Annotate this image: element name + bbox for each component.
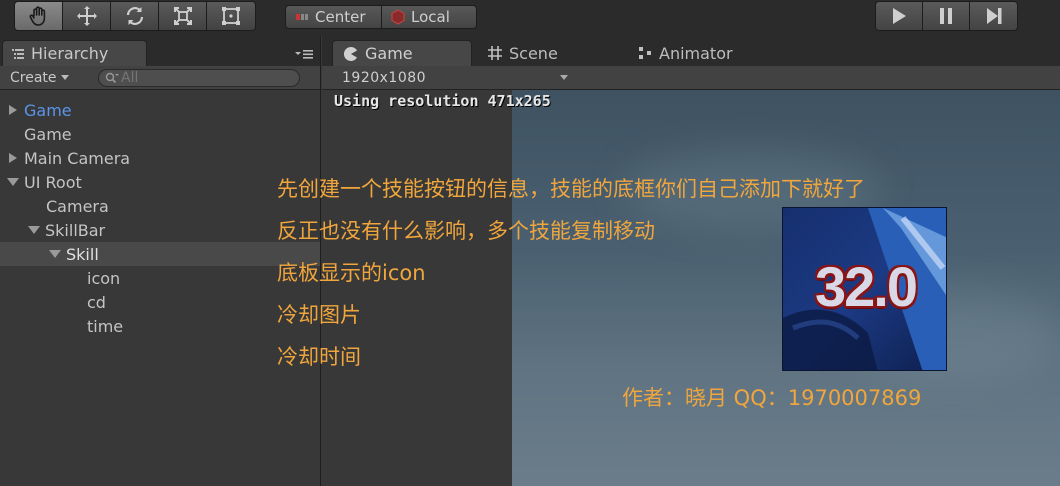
animator-icon <box>639 47 651 59</box>
chevron-down-icon <box>560 75 568 80</box>
cooldown-time-text: 32.0 <box>815 255 918 318</box>
hand-tool-button[interactable] <box>15 2 63 30</box>
tree-item-label: Skill <box>66 244 99 264</box>
rotate-tool-button[interactable] <box>111 2 159 30</box>
tab-scene-label: Scene <box>509 43 558 63</box>
create-label: Create <box>10 70 57 86</box>
skill-button-preview[interactable]: 32.0 <box>782 207 947 371</box>
pivot-center-label: Center <box>315 8 366 26</box>
tab-scene[interactable]: Scene <box>477 40 558 66</box>
tree-item-time[interactable]: time <box>0 314 320 338</box>
annotation-line: 冷却时间 <box>277 345 361 369</box>
tree-item-label: UI Root <box>24 172 82 192</box>
view-tabbar: Game Scene Animator <box>322 36 1060 66</box>
search-icon <box>105 72 119 84</box>
annotation-line: 冷却图片 <box>277 303 361 327</box>
main-toolbar: Center Local <box>0 0 1060 36</box>
step-button[interactable] <box>970 2 1017 30</box>
game-canvas[interactable]: Using resolution 471x265 32.0 <box>322 90 1060 486</box>
collapse-arrow-icon[interactable] <box>6 175 20 189</box>
collapse-arrow-icon[interactable] <box>27 223 41 237</box>
pivot-center-button[interactable]: Center <box>286 6 382 28</box>
resolution-value: 1920x1080 <box>342 70 427 86</box>
pause-button[interactable] <box>923 2 970 30</box>
play-icon <box>893 8 906 24</box>
tree-item-label: Main Camera <box>24 148 131 168</box>
hierarchy-search <box>98 69 300 87</box>
tab-animator[interactable]: Animator <box>627 40 733 66</box>
game-pacman-icon <box>343 46 357 61</box>
scene-grid-icon <box>488 46 502 60</box>
tab-hierarchy-label: Hierarchy <box>31 44 109 63</box>
hand-icon <box>29 6 45 26</box>
rotate-icon <box>126 7 143 25</box>
collapse-arrow-icon[interactable] <box>48 247 62 261</box>
tree-item-camera[interactable]: Camera <box>0 194 320 218</box>
tree-item-label: icon <box>87 268 121 288</box>
tree-item-label: SkillBar <box>45 220 106 240</box>
tree-item-skill[interactable]: Skill <box>0 242 320 266</box>
local-space-icon <box>391 9 405 25</box>
resolution-dropdown[interactable]: 1920x1080 <box>332 68 574 88</box>
tab-game[interactable]: Game <box>332 40 472 66</box>
tree-item-main-camera[interactable]: Main Camera <box>0 146 320 170</box>
expand-arrow-icon[interactable] <box>6 151 20 165</box>
tree-item-game[interactable]: Game <box>0 122 320 146</box>
tree-item-icon[interactable]: icon <box>0 266 320 290</box>
tree-item-label: Camera <box>46 196 109 216</box>
search-input[interactable] <box>121 70 291 86</box>
pivot-controls: Center Local <box>285 5 477 29</box>
tree-item-label: Game <box>24 124 72 144</box>
pivot-local-label: Local <box>411 8 450 26</box>
transform-tools <box>14 1 256 31</box>
author-credit: 作者：晓月 QQ：1970007869 <box>622 386 922 410</box>
tree-item-label: Game <box>24 100 72 120</box>
hierarchy-panel: Hierarchy Create Game Game Main Camera <box>0 36 321 486</box>
step-icon <box>986 8 1001 24</box>
tab-game-label: Game <box>365 44 413 63</box>
expand-arrow-icon[interactable] <box>6 103 20 117</box>
hierarchy-toolbar: Create <box>0 66 320 90</box>
tree-item-cd[interactable]: cd <box>0 290 320 314</box>
annotation-line: 先创建一个技能按钮的信息，技能的底框你们自己添加下就好了 <box>277 177 865 201</box>
annotation-line: 底板显示的icon <box>277 261 426 285</box>
hierarchy-tree: Game Game Main Camera UI Root Camera Ski… <box>0 98 320 338</box>
rect-tool-icon <box>222 7 240 25</box>
hierarchy-tabbar: Hierarchy <box>0 36 320 66</box>
game-view-toolbar: 1920x1080 <box>322 66 1060 90</box>
tree-item-skillbar[interactable]: SkillBar <box>0 218 320 242</box>
move-icon <box>76 6 97 26</box>
game-view-panel: Game Scene Animator 1920x1080 Using reso… <box>322 36 1060 486</box>
tree-item-ui-root[interactable]: UI Root <box>0 170 320 194</box>
pivot-center-icon <box>296 14 308 20</box>
chevron-down-icon <box>60 75 69 80</box>
move-tool-button[interactable] <box>63 2 111 30</box>
tree-item-game-expandable[interactable]: Game <box>0 98 320 122</box>
rect-tool-button[interactable] <box>207 2 255 30</box>
tree-item-label: cd <box>87 292 106 312</box>
letterbox-left <box>322 90 512 486</box>
scale-tool-button[interactable] <box>159 2 207 30</box>
tree-item-label: time <box>87 316 124 336</box>
play-button[interactable] <box>876 2 923 30</box>
panel-menu-icon[interactable] <box>294 48 314 60</box>
pivot-local-button[interactable]: Local <box>382 6 476 28</box>
tab-hierarchy[interactable]: Hierarchy <box>2 40 147 66</box>
play-controls <box>875 1 1018 31</box>
list-icon <box>12 48 24 59</box>
tab-animator-label: Animator <box>659 43 733 63</box>
pause-icon <box>940 8 952 24</box>
create-dropdown[interactable]: Create <box>10 68 69 88</box>
scale-icon <box>173 7 192 25</box>
annotation-line: 反正也没有什么影响，多个技能复制移动 <box>277 219 655 243</box>
resolution-note: Using resolution 471x265 <box>334 92 551 110</box>
